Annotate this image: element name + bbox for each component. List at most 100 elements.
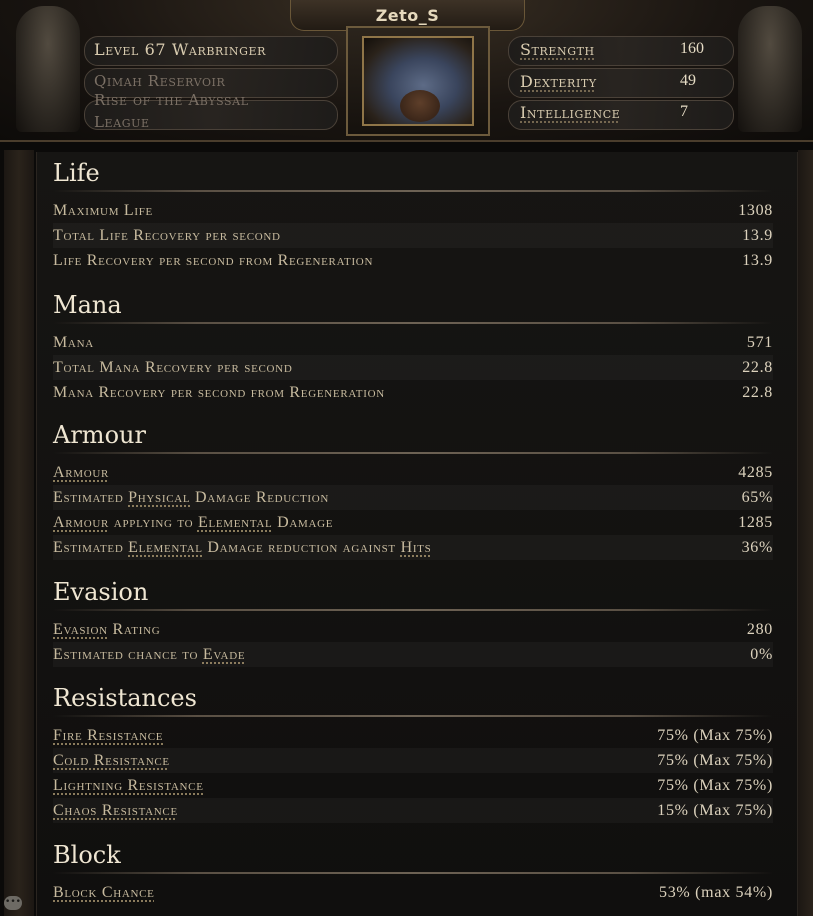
stat-row: Total Mana Recovery per second 22.8 [53, 355, 773, 380]
intelligence-label[interactable]: Intelligence [520, 103, 620, 122]
armour-section: Armour Armour 4285 Estimated Physical Da… [53, 420, 773, 560]
portrait-beard [400, 90, 440, 122]
elemental-keyword-link[interactable]: Elemental [198, 514, 272, 531]
stat-row: Block Chance 53% (max 54%) [53, 880, 773, 905]
armour-keyword-link[interactable]: Armour [53, 464, 109, 481]
stat-row: Chaos Resistance 15% (Max 75%) [53, 798, 773, 823]
stat-value: 280 [746, 621, 773, 638]
label-text: Rating [107, 621, 161, 638]
stat-label: Maximum Life [53, 202, 153, 219]
evasion-section: Evasion Evasion Rating 280 Estimated cha… [53, 577, 773, 667]
evade-keyword-link[interactable]: Evade [203, 646, 245, 663]
stat-value: 75% (Max 75%) [657, 777, 773, 794]
stat-label: Life Recovery per second from Regenerati… [53, 252, 374, 269]
label-text: Damage Reduction [190, 489, 330, 506]
stat-value: 15% (Max 75%) [657, 802, 773, 819]
lightning-resistance-link[interactable]: Lightning Resistance [53, 773, 204, 798]
cold-resistance-link[interactable]: Cold Resistance [53, 748, 170, 773]
section-title: Armour [53, 421, 146, 449]
stat-row: Total Life Recovery per second 13.9 [53, 223, 773, 248]
section-title: Evasion [53, 578, 149, 606]
right-frame-ornament [798, 150, 813, 916]
dexterity-value: 49 [680, 72, 696, 89]
section-title: Mana [53, 291, 122, 319]
league-name-line-2: Rise of the Abyssal [94, 91, 249, 109]
stat-value: 22.8 [742, 359, 773, 376]
label-text: Estimated [53, 539, 129, 556]
block-chance-link[interactable]: Block Chance [53, 880, 155, 905]
dexterity-label[interactable]: Dexterity [520, 72, 597, 91]
stat-value: 13.9 [742, 252, 773, 269]
stat-label: Mana Recovery per second from Regenerati… [53, 384, 385, 401]
section-divider [53, 322, 773, 324]
character-header: Zeto_S Level 67 Warbringer Qimah Reservo… [0, 0, 813, 142]
stat-row: Mana 571 [53, 330, 773, 355]
label-text: applying to [109, 514, 198, 531]
stat-label: Estimated Elemental Damage reduction aga… [53, 535, 431, 560]
stat-value: 36% [741, 539, 773, 556]
section-title: Life [53, 159, 100, 187]
label-text: Damage reduction against [202, 539, 401, 556]
stat-row: Estimated Elemental Damage reduction aga… [53, 535, 773, 560]
intelligence-value: 7 [680, 103, 688, 120]
hits-keyword-link[interactable]: Hits [401, 539, 432, 556]
stat-value: 0% [750, 646, 773, 663]
stat-label: Mana [53, 334, 94, 351]
label-text: Estimated chance to [53, 646, 203, 663]
level-class-text: Level 67 Warbringer [94, 40, 266, 59]
stat-label: Armour applying to Elemental Damage [53, 510, 333, 535]
chat-bubble-icon[interactable]: ••• [4, 896, 22, 910]
strength-label[interactable]: Strength [520, 40, 595, 59]
section-divider [53, 452, 773, 454]
stat-value: 571 [746, 334, 773, 351]
strength-value: 160 [680, 40, 704, 57]
stat-row: Cold Resistance 75% (Max 75%) [53, 748, 773, 773]
stat-row: Armour applying to Elemental Damage 1285 [53, 510, 773, 535]
league-name-line-1: Qimah Reservoir [94, 72, 226, 90]
stat-value: 1308 [738, 202, 773, 219]
resistances-section: Resistances Fire Resistance 75% (Max 75%… [53, 683, 773, 823]
stat-row: Life Recovery per second from Regenerati… [53, 248, 773, 273]
stat-value: 4285 [738, 464, 773, 481]
statue-left-decoration [16, 6, 80, 132]
fire-resistance-link[interactable]: Fire Resistance [53, 723, 163, 748]
stat-row: Maximum Life 1308 [53, 198, 773, 223]
section-title: Resistances [53, 684, 197, 712]
stat-label: Estimated chance to Evade [53, 642, 245, 667]
elemental-keyword-link[interactable]: Elemental [128, 539, 202, 556]
stat-row: Estimated Physical Damage Reduction 65% [53, 485, 773, 510]
stat-label: Total Life Recovery per second [53, 227, 281, 244]
life-section: Life Maximum Life 1308 Total Life Recove… [53, 158, 773, 273]
chaos-resistance-link[interactable]: Chaos Resistance [53, 798, 178, 823]
physical-keyword-link[interactable]: Physical [128, 489, 190, 506]
stats-panel[interactable]: Life Maximum Life 1308 Total Life Recove… [36, 152, 798, 916]
stat-row: Lightning Resistance 75% (Max 75%) [53, 773, 773, 798]
stat-value: 13.9 [742, 227, 773, 244]
stat-value: 22.8 [742, 384, 773, 401]
stat-value: 53% (max 54%) [659, 884, 773, 901]
portrait-face-image [362, 36, 474, 126]
stat-row: Mana Recovery per second from Regenerati… [53, 380, 773, 405]
stat-value: 1285 [738, 514, 773, 531]
stat-row: Armour 4285 [53, 460, 773, 485]
section-title: Block [53, 841, 121, 869]
section-divider [53, 715, 773, 717]
stat-label: Total Mana Recovery per second [53, 359, 293, 376]
league-name-line-3: League [94, 113, 150, 131]
stat-label: Evasion Rating [53, 617, 160, 642]
armour-keyword-link[interactable]: Armour [53, 514, 109, 531]
label-text: Estimated [53, 489, 129, 506]
stat-value: 65% [741, 489, 773, 506]
stat-value: 75% (Max 75%) [657, 752, 773, 769]
evasion-keyword-link[interactable]: Evasion [53, 621, 108, 638]
character-portrait [346, 26, 490, 136]
stat-label: Estimated Physical Damage Reduction [53, 485, 329, 510]
block-section: Block Block Chance 53% (max 54%) [53, 840, 773, 905]
label-text: Damage [272, 514, 334, 531]
stat-row: Evasion Rating 280 [53, 617, 773, 642]
section-divider [53, 609, 773, 611]
section-divider [53, 190, 773, 192]
mana-section: Mana Mana 571 Total Mana Recovery per se… [53, 290, 773, 405]
statue-right-decoration [738, 6, 802, 132]
left-frame-ornament [4, 150, 34, 916]
